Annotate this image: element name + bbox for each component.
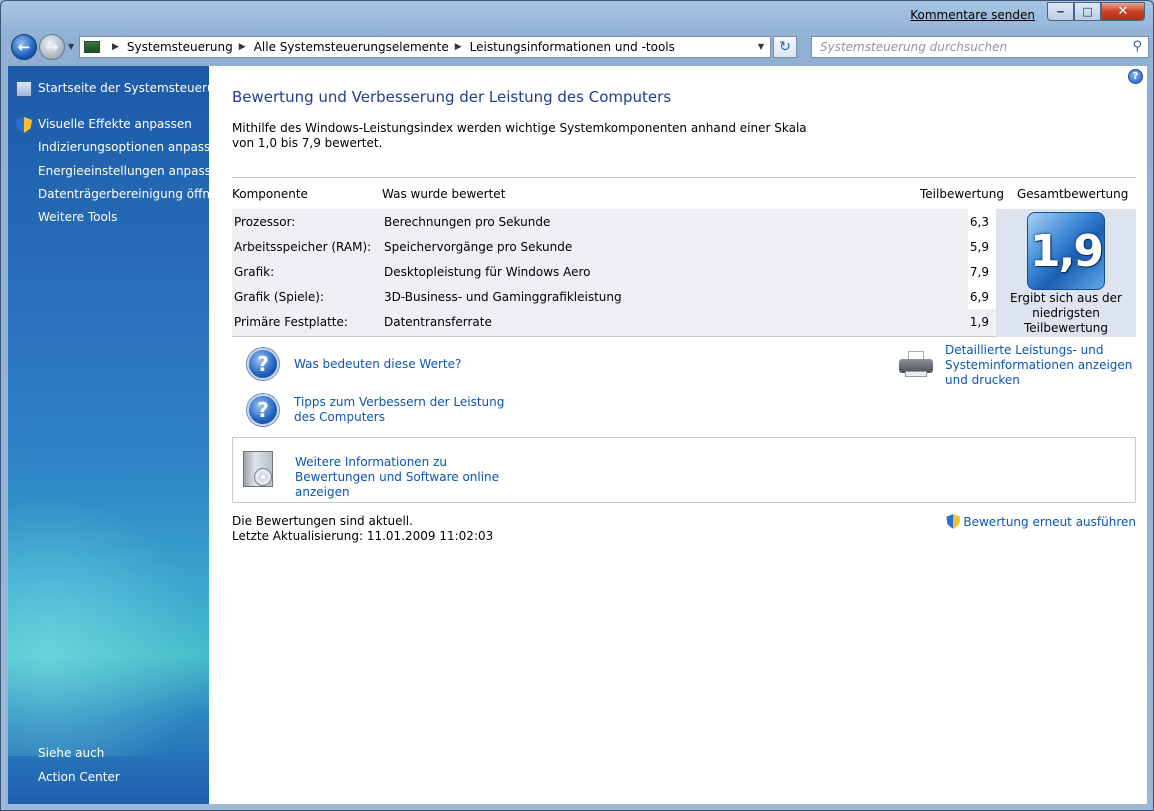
tips-link[interactable]: Tipps zum Verbessern der Leistung des Co… (294, 395, 524, 425)
header-overall: Gesamtbewertung (1017, 187, 1129, 201)
what-values-link[interactable]: Was bedeuten diese Werte? (294, 357, 461, 372)
uac-shield-icon (16, 117, 32, 133)
score-cell: 7,9 (968, 259, 996, 284)
rated-cell: Speichervorgänge pro Sekunde (384, 240, 573, 254)
page-title: Bewertung und Verbesserung der Leistung … (232, 88, 672, 106)
rerun-assessment-button[interactable]: Bewertung erneut ausführen (946, 514, 1136, 529)
caption-buttons: ‒ □ ✕ (1047, 2, 1145, 21)
rated-cell: 3D-Business- und Gaminggrafikleistung (384, 290, 622, 304)
refresh-icon[interactable]: ↻ (773, 36, 797, 58)
breadcrumb-alle-elemente[interactable]: Alle Systemsteuerungselemente (254, 40, 449, 54)
header-component: Komponente (232, 187, 308, 201)
control-panel-home-icon (16, 81, 32, 97)
table-row: Arbeitsspeicher (RAM): Speichervorgänge … (232, 234, 996, 259)
details-print-link[interactable]: Detaillierte Leistungs- und Systeminform… (945, 343, 1140, 388)
chevron-right-icon[interactable]: ▶ (455, 42, 462, 52)
search-icon[interactable]: ⚲ (1132, 39, 1142, 54)
title-bar: Kommentare senden ‒ □ ✕ (1, 1, 1153, 29)
help-icon[interactable]: ? (1128, 69, 1143, 84)
sidebar-item-more-tools[interactable]: Weitere Tools (38, 210, 117, 224)
feedback-link[interactable]: Kommentare senden (910, 8, 1035, 22)
table-row: Grafik: Desktopleistung für Windows Aero… (232, 259, 996, 284)
status-text: Die Bewertungen sind aktuell. Letzte Akt… (232, 514, 493, 544)
overall-score-panel: 1,9 Ergibt sich aus der niedrigsten Teil… (996, 209, 1136, 337)
main-content: ? Bewertung und Verbesserung der Leistun… (209, 66, 1147, 804)
score-cell: 6,3 (968, 209, 996, 234)
rated-cell: Desktopleistung für Windows Aero (384, 265, 591, 279)
component-cell: Prozessor: (234, 215, 296, 229)
search-input[interactable]: Systemsteuerung durchsuchen ⚲ (811, 36, 1149, 58)
overall-score-note: Ergibt sich aus der niedrigsten Teilbewe… (1010, 291, 1122, 335)
header-subscore: Teilbewertung (920, 187, 1005, 201)
maximize-icon[interactable]: □ (1074, 2, 1101, 21)
history-dropdown-icon[interactable]: ▼ (68, 42, 74, 51)
sidebar-item-home[interactable]: Startseite der Systemsteuerung (38, 81, 230, 95)
status-last-update: Letzte Aktualisierung: 11.01.2009 11:02:… (232, 529, 494, 543)
sidebar-glow (8, 496, 209, 756)
score-cell: 5,9 (968, 234, 996, 259)
chevron-down-icon[interactable]: ▼ (758, 42, 764, 51)
sidebar-item-power[interactable]: Energieeinstellungen anpassen (38, 164, 226, 178)
component-cell: Primäre Festplatte: (234, 315, 348, 329)
close-icon[interactable]: ✕ (1101, 2, 1145, 21)
score-table: Komponente Was wurde bewertet Teilbewert… (232, 177, 1136, 337)
table-row: Grafik (Spiele): 3D-Business- und Gaming… (232, 284, 996, 309)
window-frame: Kommentare senden ‒ □ ✕ ← → ▼ ▶ Systemst… (0, 0, 1154, 811)
header-rated: Was wurde bewertet (382, 187, 506, 201)
chevron-right-icon[interactable]: ▶ (239, 42, 246, 52)
sidebar-item-indexing[interactable]: Indizierungsoptionen anpassen (38, 140, 225, 154)
rated-cell: Berechnungen pro Sekunde (384, 215, 551, 229)
address-bar[interactable]: ▶ Systemsteuerung ▶ Alle Systemsteuerung… (79, 36, 771, 58)
sidebar-item-disk-cleanup[interactable]: Datenträgerbereinigung öffnen (38, 187, 225, 201)
base-score-badge: 1,9 (1027, 212, 1105, 290)
uac-shield-icon (946, 514, 961, 529)
online-info-box: Weitere Informationen zu Bewertungen und… (232, 437, 1136, 503)
question-icon: ? (247, 348, 279, 380)
rated-cell: Datentransferrate (384, 315, 492, 329)
online-info-link[interactable]: Weitere Informationen zu Bewertungen und… (295, 455, 525, 500)
sidebar-item-visual-effects[interactable]: Visuelle Effekte anpassen (38, 117, 192, 131)
question-icon: ? (247, 394, 279, 426)
table-body: Prozessor: Berechnungen pro Sekunde 6,3 … (232, 209, 1136, 337)
control-panel-icon (84, 41, 100, 53)
sidebar-item-action-center[interactable]: Action Center (38, 770, 120, 784)
navigation-bar: ← → ▼ ▶ Systemsteuerung ▶ Alle Systemste… (7, 33, 1149, 61)
component-cell: Grafik: (234, 265, 275, 279)
arrow-right-icon[interactable]: → (39, 34, 65, 60)
minimize-icon[interactable]: ‒ (1047, 2, 1074, 21)
see-also-heading: Siehe auch (38, 746, 105, 760)
printer-icon (899, 351, 933, 377)
intro-text: Mithilfe des Windows-Leistungsindex werd… (232, 121, 807, 150)
breadcrumb-leistungsinformationen[interactable]: Leistungsinformationen und -tools (470, 40, 675, 54)
rerun-label[interactable]: Bewertung erneut ausführen (963, 515, 1136, 529)
score-cell: 6,9 (968, 284, 996, 309)
search-placeholder: Systemsteuerung durchsuchen (820, 40, 1008, 54)
component-cell: Grafik (Spiele): (234, 290, 324, 304)
table-row: Primäre Festplatte: Datentransferrate 1,… (232, 309, 996, 334)
component-cell: Arbeitsspeicher (RAM): (234, 240, 372, 254)
sidebar: Startseite der Systemsteuerung Visuelle … (8, 66, 230, 804)
software-box-icon (243, 451, 273, 487)
lowest-score-cell: 1,9 (968, 309, 996, 334)
arrow-left-icon[interactable]: ← (11, 34, 37, 60)
status-current: Die Bewertungen sind aktuell. (232, 514, 413, 528)
table-row: Prozessor: Berechnungen pro Sekunde 6,3 (232, 209, 996, 234)
table-header: Komponente Was wurde bewertet Teilbewert… (232, 177, 1136, 209)
chevron-right-icon[interactable]: ▶ (112, 42, 119, 52)
breadcrumb-systemsteuerung[interactable]: Systemsteuerung (127, 40, 233, 54)
